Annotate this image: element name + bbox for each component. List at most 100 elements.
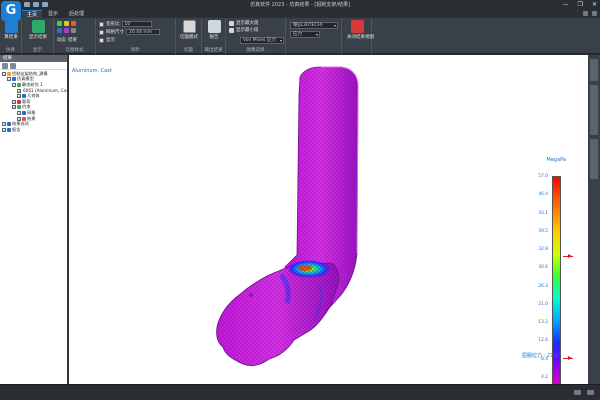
close-results-button[interactable]: 关闭结果视图 [347, 20, 374, 40]
tree-node-icon [7, 122, 11, 127]
report-icon [207, 20, 221, 33]
units-icon[interactable] [587, 390, 594, 395]
min-checkbox[interactable] [229, 27, 234, 33]
dock-tab-view[interactable] [590, 85, 598, 135]
tree-node-icon [22, 110, 26, 115]
legend-tick-label: 39.5 [538, 228, 548, 234]
chevron-down-icon: ▾ [279, 38, 282, 43]
yield-marker [563, 356, 573, 360]
group-output: 报告 输出结果 [202, 18, 226, 54]
result-style-button[interactable]: 结果 [68, 37, 77, 43]
mesh-icon[interactable] [57, 28, 62, 33]
tab-postprocess[interactable]: 后处理 [64, 10, 89, 18]
ribbon-tabs: 主页 显示 后处理 [22, 10, 89, 18]
help-icon[interactable] [583, 11, 588, 16]
expand-icon[interactable]: + [17, 94, 21, 99]
expand-icon[interactable]: + [17, 110, 21, 115]
legend-tick-label: 57.0 [538, 174, 548, 179]
tree-node-icon [7, 71, 11, 76]
contour-icon[interactable] [57, 21, 62, 26]
tab-display[interactable]: 显示 [43, 10, 63, 18]
scale-checkbox[interactable] [99, 21, 104, 27]
3d-viewport[interactable]: Aluminum, Cast MegaPa 57.0 46.4 43.1 39.… [69, 55, 588, 384]
close-button[interactable]: ✕ [592, 1, 597, 8]
title-bar: 仿真软件 2023 - 仿真结果 - [铝制支架/结果] — ❐ ✕ [0, 0, 600, 10]
legend-tick-label: 21.0 [538, 301, 548, 307]
panel-toolbar [0, 62, 67, 70]
ribbon: 算结果 仿真 显示结果 显示 动态 结果 云图样式 变形比 10 网格尺寸 20… [0, 18, 600, 54]
minimize-button[interactable]: — [563, 1, 569, 8]
dock-tab-properties[interactable] [590, 59, 598, 81]
solve-button[interactable]: 算结果 [1, 20, 21, 40]
group-settings: 变形比 10 网格尺寸 20.44 mm 显示 探针 [96, 18, 176, 54]
group-material: 钢(JL30TECH) ▾ 应力 ▾ [286, 18, 342, 54]
tree-node-icon [7, 127, 11, 132]
group-contour-style: 动态 结果 云图样式 [54, 18, 96, 54]
expand-icon[interactable]: + [17, 88, 21, 93]
animate-button[interactable]: 动态 [57, 37, 66, 43]
expand-icon[interactable]: + [2, 127, 6, 132]
legend-unit: MegaPa [546, 157, 566, 163]
tree-node-icon [17, 105, 21, 110]
smooth-icon[interactable] [64, 21, 69, 26]
panel-title: 结果 [0, 55, 67, 62]
banded-icon[interactable] [71, 21, 76, 26]
window-controls: — ❐ ✕ [563, 1, 597, 8]
yield-stress-label: 屈服应力 : 27.6 [522, 353, 558, 359]
app-logo[interactable]: G [1, 1, 21, 21]
display-checkbox[interactable] [99, 37, 104, 43]
results-icon [31, 20, 45, 33]
expand-icon[interactable]: + [12, 105, 16, 110]
window-title: 仿真软件 2023 - 仿真结果 - [铝制支架/结果] [250, 2, 350, 8]
mode-dropdown[interactable]: 应力 ▾ [290, 31, 320, 38]
legend-tick-label: 4.2 [541, 374, 548, 380]
expand-icon[interactable]: + [2, 122, 6, 127]
legend-tick-label: 26.3 [538, 283, 548, 289]
fea-model[interactable] [69, 55, 588, 384]
model-tree: − 铝制支架结构_建模 − 仿真模型 − 静态研究 1 +6061 (Aluminum, C… [0, 70, 72, 133]
scale-field[interactable]: 10 [121, 21, 152, 27]
view-cube-icon[interactable] [574, 390, 581, 395]
show-results-button[interactable]: 显示结果 [28, 20, 48, 40]
max-checkbox[interactable] [229, 20, 234, 26]
collapse-icon[interactable]: − [2, 71, 6, 76]
settings-icon[interactable] [592, 11, 597, 16]
mesh-size-field[interactable]: 20.44 mm [126, 29, 160, 35]
material-dropdown[interactable]: 钢(JL30TECH) ▾ [290, 22, 338, 29]
max-stress-marker [563, 254, 573, 258]
tree-node-icon [17, 99, 21, 104]
collapse-icon[interactable]: − [7, 77, 11, 82]
tab-helpers [583, 11, 597, 16]
tree-node-icon [22, 116, 26, 121]
filter-icon[interactable] [2, 63, 8, 69]
status-bar [0, 384, 600, 400]
maximize-button[interactable]: ❐ [578, 1, 583, 8]
expand-icon[interactable] [10, 63, 16, 69]
tree-item[interactable]: + 报告 [0, 127, 67, 133]
slice-icon [182, 20, 196, 33]
legend-tick-label: 30.6 [538, 265, 548, 271]
model-tree-panel: 结果 − 铝制支架结构_建模 − 仿真模型 − 静态研究 1 +6061 (Aluminum… [0, 55, 72, 384]
legend-tick-label: 46.4 [538, 192, 548, 198]
legend-tick-label: 13.2 [538, 320, 548, 325]
collapse-icon[interactable]: − [12, 82, 16, 87]
mesh-size-checkbox[interactable] [99, 29, 104, 35]
tab-home[interactable]: 主页 [22, 10, 43, 18]
dock-tab-results[interactable] [590, 139, 598, 179]
group-image: 显示最大值 显示最小值 Von Mises 应力 ▾ 图像选择 [226, 18, 286, 54]
outline-icon[interactable] [71, 28, 76, 33]
tree-node-icon [12, 77, 16, 82]
expand-icon[interactable]: + [17, 116, 21, 121]
legend-tick-label: 43.1 [538, 210, 548, 216]
group-close: 关闭结果视图 [342, 18, 374, 54]
legend-tick-label: 32.8 [538, 247, 548, 252]
report-button[interactable]: 报告 [204, 20, 224, 40]
slice-mode-button[interactable]: 切面模式 [179, 20, 199, 40]
status-icons [574, 390, 594, 395]
expand-icon[interactable]: + [12, 99, 16, 104]
group-simulate: 算结果 仿真 [0, 18, 22, 54]
deform-icon[interactable] [64, 28, 69, 33]
group-display: 显示结果 显示 [22, 18, 54, 54]
result-type-dropdown[interactable]: Von Mises 应力 ▾ [240, 37, 284, 44]
group-slice: 切面模式 切面 [176, 18, 202, 54]
